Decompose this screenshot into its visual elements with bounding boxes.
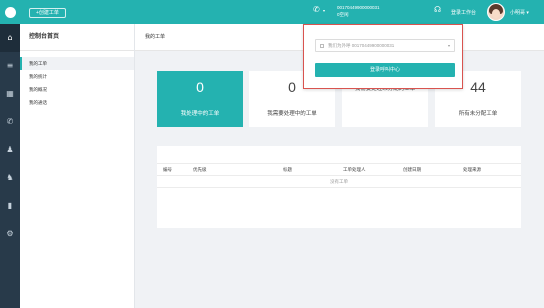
empty-state-text: 没有工单 bbox=[157, 176, 521, 188]
stat-label: 我需要处理中的工单 bbox=[267, 111, 317, 117]
ticket-table: 编号 优先级 标题 工单处理人 创建日期 处理来源 没有工单 bbox=[157, 146, 521, 228]
table-toolbar bbox=[157, 146, 521, 164]
top-bar: +创建工单 ✆ ▾ 00170449900000031 0空闲 ☊ 登录工作台 … bbox=[20, 0, 544, 24]
sidebar-title: 控制台首页 bbox=[20, 24, 134, 51]
logo-icon[interactable] bbox=[0, 0, 20, 24]
headset-icon[interactable]: ☊ bbox=[434, 6, 441, 14]
column-header-id[interactable]: 编号 bbox=[163, 167, 172, 173]
sidebar-item-my-calls[interactable]: 我的通话 bbox=[20, 96, 134, 109]
secondary-sidebar: 控制台首页 我的工单 我的统计 我的概况 我的通话 bbox=[20, 24, 135, 308]
icon-rail: ⌂ ≡ ▦ ✆ ♟ ♞ ▮ ⚙ bbox=[0, 0, 20, 308]
sidebar-item-my-overview[interactable]: 我的概况 bbox=[20, 83, 134, 96]
stat-label: 所有未分配工单 bbox=[458, 111, 498, 117]
phone-number-info: 00170449900000031 0空闲 bbox=[337, 4, 380, 18]
phone-number: 00170449900000031 bbox=[337, 5, 380, 10]
users-icon[interactable]: ♞ bbox=[0, 164, 20, 192]
call-center-popover: 我们为外呼 00170449900000031 ▾ 登录呼叫中心 bbox=[303, 24, 463, 89]
app-window: ⌂ ≡ ▦ ✆ ♟ ♞ ▮ ⚙ +创建工单 ✆ ▾ 00170449900000… bbox=[0, 0, 544, 308]
column-header-priority[interactable]: 优先级 bbox=[193, 167, 207, 173]
phone-icon[interactable]: ✆ bbox=[0, 108, 20, 136]
column-header-created[interactable]: 创建日期 bbox=[403, 167, 421, 173]
chevron-down-icon[interactable]: ▾ bbox=[323, 8, 325, 13]
login-workbench-link[interactable]: 登录工作台 bbox=[451, 9, 476, 16]
column-header-title[interactable]: 标题 bbox=[283, 167, 292, 173]
checkbox[interactable] bbox=[320, 43, 324, 48]
table-header: 编号 优先级 标题 工单处理人 创建日期 处理来源 bbox=[157, 164, 521, 176]
chevron-down-icon: ▾ bbox=[447, 43, 450, 48]
outbound-number-select[interactable]: 我们为外呼 00170449900000031 ▾ bbox=[315, 39, 455, 52]
home-icon[interactable]: ⌂ bbox=[0, 24, 20, 52]
stat-card-my-in-progress[interactable]: 0 我处理中的工单 bbox=[157, 71, 243, 127]
user-menu[interactable]: 小明哥 ▾ bbox=[510, 9, 529, 16]
phone-status: 0空闲 bbox=[337, 12, 349, 17]
column-header-source[interactable]: 处理来源 bbox=[463, 167, 481, 173]
avatar[interactable] bbox=[487, 3, 505, 21]
bar-chart-icon[interactable]: ▮ bbox=[0, 192, 20, 220]
list-icon[interactable]: ≡ bbox=[0, 52, 20, 80]
column-header-handler[interactable]: 工单处理人 bbox=[343, 167, 366, 173]
stat-value: 0 bbox=[196, 79, 204, 95]
sidebar-item-my-tickets[interactable]: 我的工单 bbox=[20, 57, 134, 70]
stat-label: 我处理中的工单 bbox=[180, 111, 220, 117]
select-value: 我们为外呼 00170449900000031 bbox=[328, 43, 395, 48]
document-icon[interactable]: ▦ bbox=[0, 80, 20, 108]
sidebar-item-my-stats[interactable]: 我的统计 bbox=[20, 70, 134, 83]
create-ticket-button[interactable]: +创建工单 bbox=[29, 8, 66, 18]
login-call-center-button[interactable]: 登录呼叫中心 bbox=[315, 63, 455, 77]
settings-icon[interactable]: ⚙ bbox=[0, 220, 20, 248]
user-icon[interactable]: ♟ bbox=[0, 136, 20, 164]
phone-status-icon[interactable]: ✆ bbox=[313, 6, 320, 14]
